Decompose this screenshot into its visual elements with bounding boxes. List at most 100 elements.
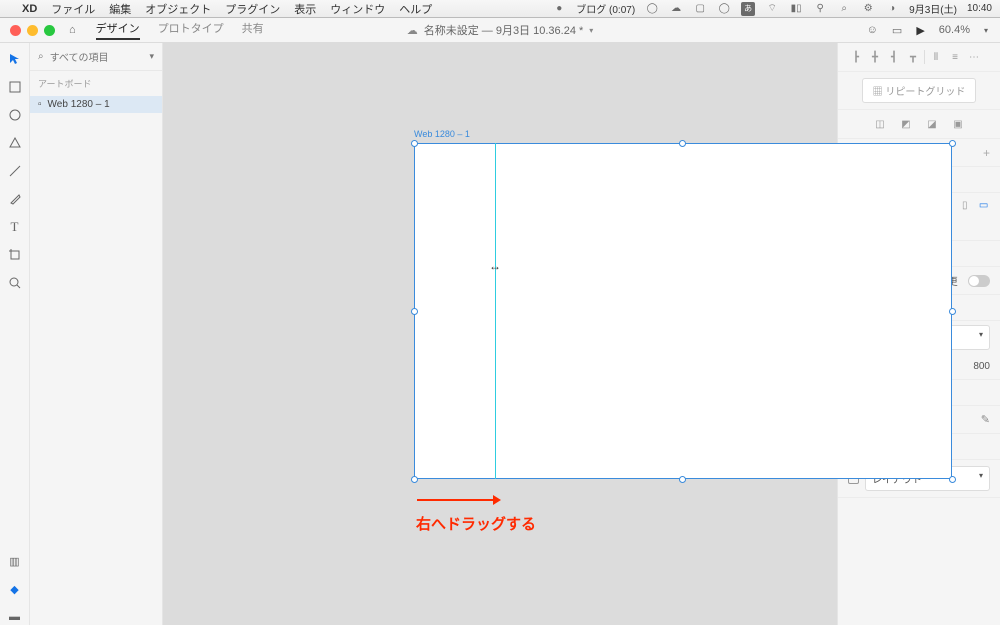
circle-icon[interactable]: ◯ (717, 2, 731, 16)
align-left-icon[interactable]: ┣ (848, 49, 864, 65)
align-more-icon[interactable]: ⋯ (966, 49, 982, 65)
chevron-down-icon: ▾ (979, 471, 983, 486)
resize-handle-se[interactable] (949, 476, 956, 483)
menu-object[interactable]: オブジェクト (145, 1, 211, 17)
select-tool-icon[interactable] (7, 51, 23, 67)
menu-window[interactable]: ウィンドウ (330, 1, 385, 17)
document-title[interactable]: 名称未設定 — 9月3日 10.36.24 * (424, 22, 584, 38)
wifi-icon[interactable]: ⚲ (813, 2, 827, 16)
chevron-down-icon: ▾ (979, 330, 983, 345)
menubar-date[interactable]: 9月3日(土) (909, 1, 957, 16)
artboard-icon: ▫ (38, 99, 42, 110)
menu-plugin[interactable]: プラグイン (225, 1, 280, 17)
drag-cursor-icon: ↔ (489, 259, 501, 273)
tab-design[interactable]: デザイン (96, 20, 140, 40)
artboard-tool-icon[interactable] (7, 247, 23, 263)
menu-view[interactable]: 表示 (294, 1, 316, 17)
annotation-text: 右へドラッグする (416, 513, 536, 534)
layer-label: Web 1280 – 1 (48, 99, 110, 110)
window-controls[interactable] (0, 25, 55, 36)
polygon-tool-icon[interactable] (7, 135, 23, 151)
rectangle-tool-icon[interactable] (7, 79, 23, 95)
align-center-h-icon[interactable]: ╋ (867, 49, 883, 65)
grid-icon: ▦ (873, 87, 883, 98)
play-preview-icon[interactable]: ▶ (916, 24, 924, 37)
layers-panel: ⌕ すべての項目 ▾ アートボード ▫ Web 1280 – 1 (30, 43, 163, 625)
chevron-down-icon[interactable]: ▾ (149, 51, 154, 62)
align-row: ┣ ╋ ┫ ┳ ⫴ ≡ ⋯ (838, 43, 1000, 72)
artboards-section-label: アートボード (30, 71, 162, 96)
distribute-v-icon[interactable]: ≡ (947, 49, 963, 65)
zoom-chevron-icon[interactable]: ▾ (984, 26, 988, 35)
blog-timer[interactable]: ブログ (0:07) (576, 1, 635, 16)
battery-icon[interactable]: ▮▯ (789, 2, 803, 16)
tool-strip: T ▥ ◆ ▬ (0, 43, 30, 625)
union-icon[interactable]: ◫ (872, 116, 888, 132)
artboard-title[interactable]: Web 1280 – 1 (414, 129, 470, 139)
menu-edit[interactable]: 編集 (109, 1, 131, 17)
resize-handle-n[interactable] (679, 140, 686, 147)
zoom-level[interactable]: 60.4% (939, 24, 970, 36)
status-dot-icon: ● (552, 2, 566, 16)
subtract-icon[interactable]: ◩ (898, 116, 914, 132)
canvas[interactable]: Web 1280 – 1 ↔ 右へドラッグする (163, 43, 837, 625)
search-placeholder: すべての項目 (50, 49, 109, 64)
search-icon[interactable]: ⌕ (837, 2, 851, 16)
plugins-panel-icon[interactable]: ▬ (7, 609, 23, 625)
app-titlebar: ⌂ デザイン プロトタイプ 共有 ☁ 名称未設定 — 9月3日 10.36.24… (0, 18, 1000, 43)
pen-tool-icon[interactable] (7, 191, 23, 207)
vertical-guide[interactable] (495, 143, 496, 479)
menubar-time[interactable]: 10:40 (967, 3, 992, 14)
tab-share[interactable]: 共有 (242, 20, 264, 40)
mobile-preview-icon[interactable]: ▭ (892, 24, 902, 37)
repeat-grid-button[interactable]: ▦ リピートグリッド (862, 78, 977, 103)
resize-handle-s[interactable] (679, 476, 686, 483)
search-icon: ⌕ (38, 51, 44, 62)
resize-handle-ne[interactable] (949, 140, 956, 147)
app-name[interactable]: XD (22, 3, 37, 15)
boolean-ops-row: ◫ ◩ ◪ ▣ (838, 110, 1000, 139)
libraries-icon[interactable]: ▥ (7, 553, 23, 569)
siri-icon[interactable]: ◑ (885, 2, 899, 16)
ellipse-tool-icon[interactable] (7, 107, 23, 123)
macos-menubar: XD ファイル 編集 オブジェクト プラグイン 表示 ウィンドウ ヘルプ ● ブ… (0, 0, 1000, 18)
line-tool-icon[interactable] (7, 163, 23, 179)
layer-item-web1280[interactable]: ▫ Web 1280 – 1 (30, 96, 162, 113)
input-icon[interactable]: あ (741, 2, 755, 16)
status-icon-1[interactable]: ◯ (645, 2, 659, 16)
menu-help[interactable]: ヘルプ (399, 1, 432, 17)
viewport-height-value[interactable]: 800 (973, 361, 990, 372)
bluetooth-icon[interactable]: ⌔ (765, 2, 779, 16)
zoom-window-icon[interactable] (44, 25, 55, 36)
intersect-icon[interactable]: ◪ (924, 116, 940, 132)
menu-file[interactable]: ファイル (51, 1, 95, 17)
layers-panel-icon[interactable]: ◆ (7, 581, 23, 597)
control-center-icon[interactable]: ⚙ (861, 2, 875, 16)
text-tool-icon[interactable]: T (7, 219, 23, 235)
distribute-h-icon[interactable]: ⫴ (928, 49, 944, 65)
resize-handle-sw[interactable] (411, 476, 418, 483)
exclude-icon[interactable]: ▣ (950, 116, 966, 132)
add-component-icon[interactable]: + (983, 146, 990, 160)
annotation-arrow-icon (417, 493, 501, 507)
align-right-icon[interactable]: ┫ (886, 49, 902, 65)
align-top-icon[interactable]: ┳ (905, 49, 921, 65)
home-icon[interactable]: ⌂ (69, 24, 76, 36)
cloud-sync-icon: ☁ (407, 24, 418, 37)
resize-handle-nw[interactable] (411, 140, 418, 147)
cloud-icon[interactable]: ☁ (669, 2, 683, 16)
portrait-icon[interactable]: ▯ (958, 197, 971, 213)
close-window-icon[interactable] (10, 25, 21, 36)
tab-prototype[interactable]: プロトタイプ (158, 20, 224, 40)
minimize-window-icon[interactable] (27, 25, 38, 36)
eyedropper-icon[interactable]: ✎ (981, 413, 990, 426)
box-icon[interactable]: ▢ (693, 2, 707, 16)
landscape-icon[interactable]: ▭ (977, 197, 990, 213)
resize-handle-e[interactable] (949, 308, 956, 315)
responsive-toggle[interactable] (968, 275, 990, 287)
dropdown-chevron-icon[interactable]: ▾ (589, 26, 593, 35)
layer-search[interactable]: ⌕ すべての項目 ▾ (30, 43, 162, 71)
zoom-tool-icon[interactable] (7, 275, 23, 291)
resize-handle-w[interactable] (411, 308, 418, 315)
profile-icon[interactable]: ☺ (867, 24, 878, 36)
